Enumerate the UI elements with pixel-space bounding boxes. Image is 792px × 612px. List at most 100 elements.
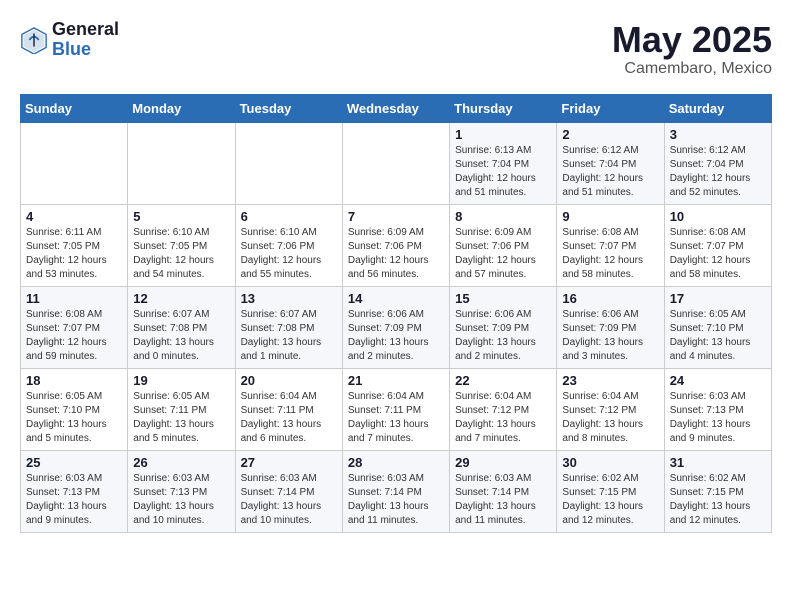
cell-info: Sunrise: 6:09 AM Sunset: 7:06 PM Dayligh… bbox=[348, 226, 444, 282]
calendar-cell: 16 Sunrise: 6:06 AM Sunset: 7:09 PM Dayli… bbox=[557, 286, 664, 368]
day-number: 15 bbox=[455, 291, 551, 306]
logo: General Blue bbox=[20, 20, 119, 60]
cell-info: Sunrise: 6:03 AM Sunset: 7:14 PM Dayligh… bbox=[348, 472, 444, 528]
day-number: 17 bbox=[670, 291, 766, 306]
cell-info: Sunrise: 6:10 AM Sunset: 7:05 PM Dayligh… bbox=[133, 226, 229, 282]
cell-info: Sunrise: 6:07 AM Sunset: 7:08 PM Dayligh… bbox=[241, 308, 337, 364]
week-row-4: 18Sunrise: 6:05 AM Sunset: 7:10 PM Dayli… bbox=[21, 368, 772, 450]
cell-info: Sunrise: 6:03 AM Sunset: 7:13 PM Dayligh… bbox=[133, 472, 229, 528]
day-number: 14 bbox=[348, 291, 444, 306]
calendar-cell: 28 Sunrise: 6:03 AM Sunset: 7:14 PM Dayli… bbox=[342, 450, 449, 532]
cell-info: Sunrise: 6:03 AM Sunset: 7:13 PM Dayligh… bbox=[26, 472, 122, 528]
cell-info: Sunrise: 6:08 AM Sunset: 7:07 PM Dayligh… bbox=[670, 226, 766, 282]
weekday-header-monday: Monday bbox=[128, 94, 235, 122]
calendar-cell bbox=[21, 122, 128, 204]
day-number: 27 bbox=[241, 455, 337, 470]
calendar-cell: 23 Sunrise: 6:04 AM Sunset: 7:12 PM Dayli… bbox=[557, 368, 664, 450]
week-row-3: 11 Sunrise: 6:08 AM Sunset: 7:07 PM Dayli… bbox=[21, 286, 772, 368]
cell-info: Sunrise: 6:02 AM Sunset: 7:15 PM Dayligh… bbox=[562, 472, 658, 528]
day-number: 8 bbox=[455, 209, 551, 224]
weekday-header-friday: Friday bbox=[557, 94, 664, 122]
day-number: 30 bbox=[562, 455, 658, 470]
day-number: 6 bbox=[241, 209, 337, 224]
calendar-cell: 20 Sunrise: 6:04 AM Sunset: 7:11 PM Dayli… bbox=[235, 368, 342, 450]
calendar-cell: 17 Sunrise: 6:05 AM Sunset: 7:10 PM Dayli… bbox=[664, 286, 771, 368]
logo-text: General Blue bbox=[52, 20, 119, 60]
week-row-1: 1 Sunrise: 6:13 AM Sunset: 7:04 PM Daylig… bbox=[21, 122, 772, 204]
cell-info: Sunrise: 6:05 AM Sunset: 7:10 PM Dayligh… bbox=[670, 308, 766, 364]
cell-info: Sunrise: 6:05 AM Sunset: 7:11 PM Dayligh… bbox=[133, 390, 229, 446]
cell-info: Sunrise: 6:07 AM Sunset: 7:08 PM Dayligh… bbox=[133, 308, 229, 364]
cell-info: Sunrise: 6:06 AM Sunset: 7:09 PM Dayligh… bbox=[562, 308, 658, 364]
calendar-cell bbox=[235, 122, 342, 204]
day-number: 21 bbox=[348, 373, 444, 388]
logo-icon bbox=[20, 26, 48, 54]
day-number: 9 bbox=[562, 209, 658, 224]
day-number: 28 bbox=[348, 455, 444, 470]
day-number: 19 bbox=[133, 373, 229, 388]
calendar-cell: 14 Sunrise: 6:06 AM Sunset: 7:09 PM Dayli… bbox=[342, 286, 449, 368]
weekday-header-tuesday: Tuesday bbox=[235, 94, 342, 122]
week-row-5: 25 Sunrise: 6:03 AM Sunset: 7:13 PM Dayli… bbox=[21, 450, 772, 532]
calendar-cell: 2 Sunrise: 6:12 AM Sunset: 7:04 PM Daylig… bbox=[557, 122, 664, 204]
logo-blue: Blue bbox=[52, 40, 119, 60]
logo-general: General bbox=[52, 20, 119, 40]
day-number: 10 bbox=[670, 209, 766, 224]
calendar-cell: 6 Sunrise: 6:10 AM Sunset: 7:06 PM Daylig… bbox=[235, 204, 342, 286]
cell-info: Sunrise: 6:04 AM Sunset: 7:12 PM Dayligh… bbox=[562, 390, 658, 446]
calendar-table: SundayMondayTuesdayWednesdayThursdayFrid… bbox=[20, 94, 772, 533]
cell-info: Sunrise: 6:06 AM Sunset: 7:09 PM Dayligh… bbox=[455, 308, 551, 364]
calendar-cell: 10 Sunrise: 6:08 AM Sunset: 7:07 PM Dayli… bbox=[664, 204, 771, 286]
calendar-cell: 25 Sunrise: 6:03 AM Sunset: 7:13 PM Dayli… bbox=[21, 450, 128, 532]
cell-info: Sunrise: 6:10 AM Sunset: 7:06 PM Dayligh… bbox=[241, 226, 337, 282]
calendar-cell: 19 Sunrise: 6:05 AM Sunset: 7:11 PM Dayli… bbox=[128, 368, 235, 450]
calendar-cell: 24 Sunrise: 6:03 AM Sunset: 7:13 PM Dayli… bbox=[664, 368, 771, 450]
day-number: 1 bbox=[455, 127, 551, 142]
day-number: 20 bbox=[241, 373, 337, 388]
page-header: General Blue May 2025 Camembaro, Mexico bbox=[20, 20, 772, 78]
calendar-cell: 29 Sunrise: 6:03 AM Sunset: 7:14 PM Dayli… bbox=[450, 450, 557, 532]
weekday-header-sunday: Sunday bbox=[21, 94, 128, 122]
cell-info: Sunrise: 6:09 AM Sunset: 7:06 PM Dayligh… bbox=[455, 226, 551, 282]
calendar-cell: 7 Sunrise: 6:09 AM Sunset: 7:06 PM Daylig… bbox=[342, 204, 449, 286]
calendar-cell: 13 Sunrise: 6:07 AM Sunset: 7:08 PM Dayli… bbox=[235, 286, 342, 368]
day-number: 24 bbox=[670, 373, 766, 388]
day-number: 22 bbox=[455, 373, 551, 388]
calendar-cell: 15 Sunrise: 6:06 AM Sunset: 7:09 PM Dayli… bbox=[450, 286, 557, 368]
cell-info: Sunrise: 6:02 AM Sunset: 7:15 PM Dayligh… bbox=[670, 472, 766, 528]
calendar-cell: 26Sunrise: 6:03 AM Sunset: 7:13 PM Dayli… bbox=[128, 450, 235, 532]
day-number: 16 bbox=[562, 291, 658, 306]
cell-info: Sunrise: 6:12 AM Sunset: 7:04 PM Dayligh… bbox=[562, 144, 658, 200]
day-number: 25 bbox=[26, 455, 122, 470]
day-number: 12 bbox=[133, 291, 229, 306]
day-number: 18 bbox=[26, 373, 122, 388]
cell-info: Sunrise: 6:13 AM Sunset: 7:04 PM Dayligh… bbox=[455, 144, 551, 200]
day-number: 29 bbox=[455, 455, 551, 470]
calendar-cell: 9 Sunrise: 6:08 AM Sunset: 7:07 PM Daylig… bbox=[557, 204, 664, 286]
cell-info: Sunrise: 6:08 AM Sunset: 7:07 PM Dayligh… bbox=[26, 308, 122, 364]
location: Camembaro, Mexico bbox=[612, 60, 772, 78]
calendar-cell: 31Sunrise: 6:02 AM Sunset: 7:15 PM Dayli… bbox=[664, 450, 771, 532]
calendar-cell bbox=[128, 122, 235, 204]
cell-info: Sunrise: 6:04 AM Sunset: 7:11 PM Dayligh… bbox=[348, 390, 444, 446]
calendar-cell: 18Sunrise: 6:05 AM Sunset: 7:10 PM Dayli… bbox=[21, 368, 128, 450]
cell-info: Sunrise: 6:11 AM Sunset: 7:05 PM Dayligh… bbox=[26, 226, 122, 282]
cell-info: Sunrise: 6:03 AM Sunset: 7:14 PM Dayligh… bbox=[455, 472, 551, 528]
cell-info: Sunrise: 6:08 AM Sunset: 7:07 PM Dayligh… bbox=[562, 226, 658, 282]
day-number: 23 bbox=[562, 373, 658, 388]
day-number: 2 bbox=[562, 127, 658, 142]
cell-info: Sunrise: 6:04 AM Sunset: 7:11 PM Dayligh… bbox=[241, 390, 337, 446]
day-number: 3 bbox=[670, 127, 766, 142]
day-number: 11 bbox=[26, 291, 122, 306]
calendar-cell: 5Sunrise: 6:10 AM Sunset: 7:05 PM Daylig… bbox=[128, 204, 235, 286]
weekday-header-wednesday: Wednesday bbox=[342, 94, 449, 122]
day-number: 13 bbox=[241, 291, 337, 306]
cell-info: Sunrise: 6:06 AM Sunset: 7:09 PM Dayligh… bbox=[348, 308, 444, 364]
month-title: May 2025 bbox=[612, 20, 772, 60]
cell-info: Sunrise: 6:03 AM Sunset: 7:13 PM Dayligh… bbox=[670, 390, 766, 446]
cell-info: Sunrise: 6:12 AM Sunset: 7:04 PM Dayligh… bbox=[670, 144, 766, 200]
day-number: 7 bbox=[348, 209, 444, 224]
calendar-cell: 1 Sunrise: 6:13 AM Sunset: 7:04 PM Daylig… bbox=[450, 122, 557, 204]
title-block: May 2025 Camembaro, Mexico bbox=[612, 20, 772, 78]
calendar-cell: 21 Sunrise: 6:04 AM Sunset: 7:11 PM Dayli… bbox=[342, 368, 449, 450]
